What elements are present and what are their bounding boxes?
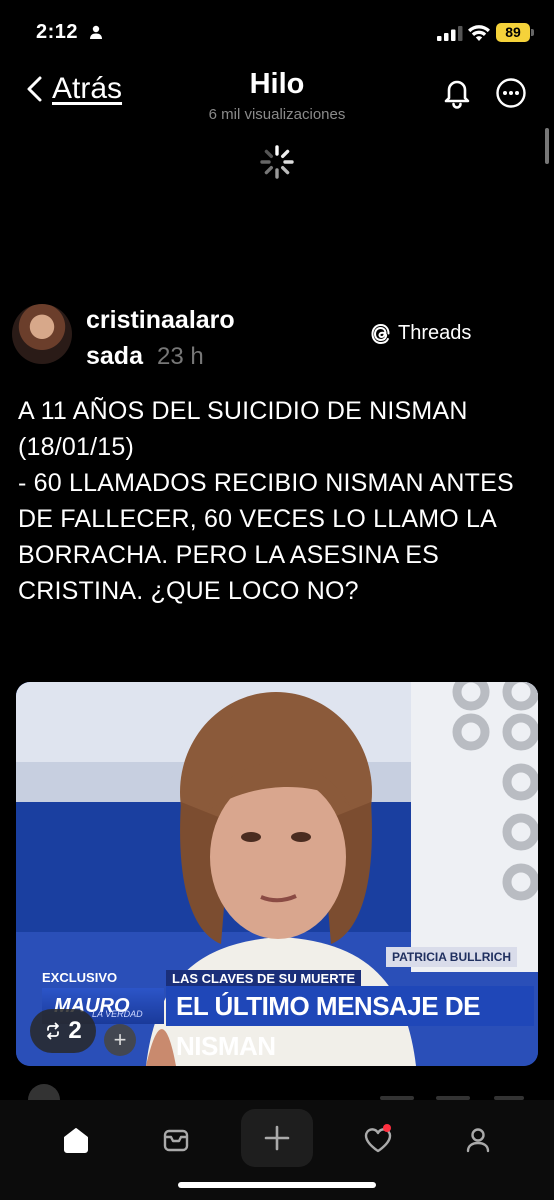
repost-count: 2 xyxy=(68,1017,82,1044)
repost-count-pill[interactable]: 2 xyxy=(30,1009,96,1053)
notification-dot xyxy=(383,1124,391,1132)
tab-home[interactable] xyxy=(52,1116,100,1164)
post-time: 23 h xyxy=(156,343,204,370)
add-button[interactable]: + xyxy=(104,1024,136,1056)
thread-header: Atrás Hilo 6 mil visualizaciones xyxy=(0,64,554,134)
plus-icon xyxy=(264,1125,290,1151)
tab-create[interactable] xyxy=(241,1109,313,1167)
status-time: 2:12 xyxy=(36,21,79,43)
post-body: A 11 AÑOS DEL SUICIDIO DE NISMAN (18/01/… xyxy=(18,393,538,609)
profile-icon xyxy=(466,1128,490,1153)
threads-source-badge[interactable]: Threads xyxy=(370,322,471,345)
lower-third-kicker: LAS CLAVES DE SU MUERTE xyxy=(166,970,362,987)
signal-icon xyxy=(437,26,463,41)
lower-third-headline: EL ÚLTIMO MENSAJE DE NISMAN xyxy=(166,986,534,1061)
status-bar: 2:12 89 xyxy=(0,0,554,64)
more-circle-icon[interactable] xyxy=(495,77,527,109)
repost-icon xyxy=(47,1022,60,1040)
threads-label: Threads xyxy=(398,322,472,344)
tab-profile[interactable] xyxy=(454,1116,502,1164)
post-video[interactable]: PATRICIA BULLRICH EXCLUSIVO LAS CLAVES D… xyxy=(16,682,538,1066)
exclusive-tag: EXCLUSIVO xyxy=(42,970,118,985)
bottom-tab-bar xyxy=(0,1100,554,1200)
post-author[interactable]: cristinaalaro sada 23 h xyxy=(86,302,286,375)
battery-indicator: 89 xyxy=(496,23,534,42)
post-text: A 11 AÑOS DEL SUICIDIO DE NISMAN (18/01/… xyxy=(18,397,514,605)
person-icon xyxy=(90,25,102,39)
speaker-name-chyron: PATRICIA BULLRICH xyxy=(386,947,518,967)
tab-activity[interactable] xyxy=(354,1116,402,1164)
show-logo-subtitle: LA VERDAD xyxy=(92,1009,143,1019)
wifi-icon xyxy=(468,25,490,41)
username-line-1: cristinaalaro xyxy=(86,306,235,334)
avatar[interactable] xyxy=(12,304,72,364)
threads-logo-icon xyxy=(371,323,390,344)
tab-inbox[interactable] xyxy=(152,1116,200,1164)
inbox-icon xyxy=(163,1129,189,1152)
scrollbar[interactable] xyxy=(545,128,549,164)
bell-icon[interactable] xyxy=(441,76,473,110)
username-line-2: sada xyxy=(86,342,143,370)
next-post-peek xyxy=(28,1084,524,1100)
loading-spinner-icon xyxy=(260,145,294,179)
home-icon xyxy=(64,1128,88,1153)
home-indicator[interactable] xyxy=(178,1182,376,1188)
